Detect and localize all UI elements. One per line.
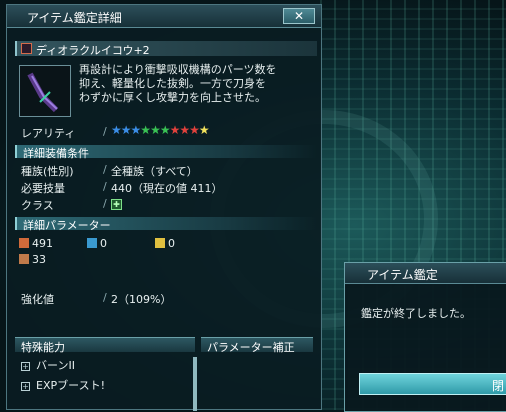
skill-value: 440（現在の値 411） bbox=[111, 182, 223, 195]
item-image bbox=[19, 65, 71, 117]
dialog-close-button[interactable]: 閉 bbox=[359, 373, 506, 395]
dialog-titlebar[interactable]: アイテム鑑定 bbox=[345, 263, 506, 284]
separator: / bbox=[103, 180, 107, 193]
param-melee-attack: 491 bbox=[19, 237, 53, 250]
ability-label: EXPブースト! bbox=[36, 379, 105, 392]
section-parameters: 詳細パラメーター bbox=[15, 217, 317, 232]
rarity-star-icon: ★ bbox=[130, 123, 142, 137]
rarity-star-icon: ★ bbox=[169, 123, 181, 137]
rarity-star-icon: ★ bbox=[150, 123, 161, 137]
param-bonus-header: パラメーター補正 bbox=[201, 337, 313, 354]
rarity-label: レアリティ bbox=[21, 127, 76, 140]
ability-item[interactable]: + EXPブースト! bbox=[21, 377, 105, 393]
separator: / bbox=[103, 197, 107, 210]
item-appraisal-detail-window: アイテム鑑定詳細 ✕ ディオラクルイコウ+2 再設計により衝撃吸収機構のパーツ数… bbox=[6, 4, 322, 411]
tech-attack-value: 0 bbox=[168, 237, 175, 250]
class-value: ✚ bbox=[111, 197, 122, 210]
rarity-star-icon: ★ bbox=[189, 123, 200, 137]
class-icon: ✚ bbox=[111, 199, 122, 210]
description-line: 抑え、軽量化した抜剣。一方で刀身を bbox=[79, 77, 266, 90]
tech-attack-icon bbox=[155, 238, 165, 248]
melee-attack-value: 491 bbox=[32, 237, 53, 250]
skill-label: 必要技量 bbox=[21, 182, 65, 195]
ability-label: バーンII bbox=[36, 359, 75, 372]
sword-icon bbox=[21, 43, 32, 54]
race-value: 全種族（すべて） bbox=[111, 165, 198, 178]
rarity-star-icon: ★ bbox=[179, 123, 190, 137]
race-row: 種族(性別) / 全種族（すべて） bbox=[21, 163, 198, 179]
ability-item[interactable]: + バーンII bbox=[21, 357, 75, 373]
item-description: 再設計により衝撃吸収機構のパーツ数を 抑え、軽量化した抜剣。一方で刀身を わずか… bbox=[79, 63, 315, 105]
sword-image-icon bbox=[27, 72, 59, 113]
window-title: アイテム鑑定詳細 bbox=[27, 11, 122, 25]
separator: / bbox=[103, 291, 107, 304]
section-equip-requirements: 詳細装備条件 bbox=[15, 145, 317, 160]
rarity-stars: ★★★★★★★★★★ bbox=[111, 123, 210, 137]
enhance-label: 強化値 bbox=[21, 293, 54, 306]
description-line: 再設計により衝撃吸収機構のパーツ数を bbox=[79, 63, 277, 76]
enhance-value: 2（109%） bbox=[111, 293, 172, 306]
skill-row: 必要技量 / 440（現在の値 411） bbox=[21, 180, 223, 196]
race-label: 種族(性別) bbox=[21, 165, 74, 178]
abilities-title: 特殊能力 bbox=[21, 341, 65, 354]
melee-attack-icon bbox=[19, 238, 29, 248]
abilities-scrollbar[interactable] bbox=[193, 357, 197, 411]
dialog-message: 鑑定が終了しました。 bbox=[361, 307, 471, 320]
ranged-attack-value: 0 bbox=[100, 237, 107, 250]
dialog-title: アイテム鑑定 bbox=[367, 268, 438, 282]
dexterity-icon bbox=[19, 254, 29, 264]
expand-icon[interactable]: + bbox=[21, 382, 30, 391]
item-name-bar: ディオラクルイコウ+2 bbox=[15, 41, 317, 57]
class-label: クラス bbox=[21, 199, 54, 212]
appraisal-dialog: アイテム鑑定 鑑定が終了しました。 閉 bbox=[344, 262, 506, 412]
param-dexterity: 33 bbox=[19, 253, 46, 266]
expand-icon[interactable]: + bbox=[21, 362, 30, 371]
section-title: 詳細パラメーター bbox=[23, 219, 111, 232]
section-title: 詳細装備条件 bbox=[23, 147, 89, 160]
window-titlebar[interactable]: アイテム鑑定詳細 ✕ bbox=[7, 5, 321, 28]
separator: / bbox=[103, 163, 107, 176]
param-bonus-title: パラメーター補正 bbox=[207, 341, 295, 354]
class-row: クラス / ✚ bbox=[21, 197, 122, 213]
close-button[interactable]: ✕ bbox=[283, 8, 315, 24]
rarity-star-icon: ★ bbox=[111, 123, 122, 137]
description-line: わずかに厚くし攻撃力を向上させた。 bbox=[79, 91, 266, 104]
rarity-star-icon: ★ bbox=[198, 123, 210, 137]
rarity-star-icon: ★ bbox=[120, 123, 132, 137]
rarity-star-icon: ★ bbox=[140, 123, 151, 137]
param-tech-attack: 0 bbox=[155, 237, 175, 250]
rarity-star-icon: ★ bbox=[159, 123, 171, 137]
dexterity-value: 33 bbox=[32, 253, 46, 266]
param-ranged-attack: 0 bbox=[87, 237, 107, 250]
item-name: ディオラクルイコウ+2 bbox=[36, 44, 150, 57]
enhance-row: 強化値 / 2（109%） bbox=[21, 291, 171, 307]
separator: / bbox=[103, 125, 107, 138]
dialog-close-label: 閉 bbox=[492, 379, 505, 393]
abilities-header: 特殊能力 bbox=[15, 337, 195, 354]
ranged-attack-icon bbox=[87, 238, 97, 248]
